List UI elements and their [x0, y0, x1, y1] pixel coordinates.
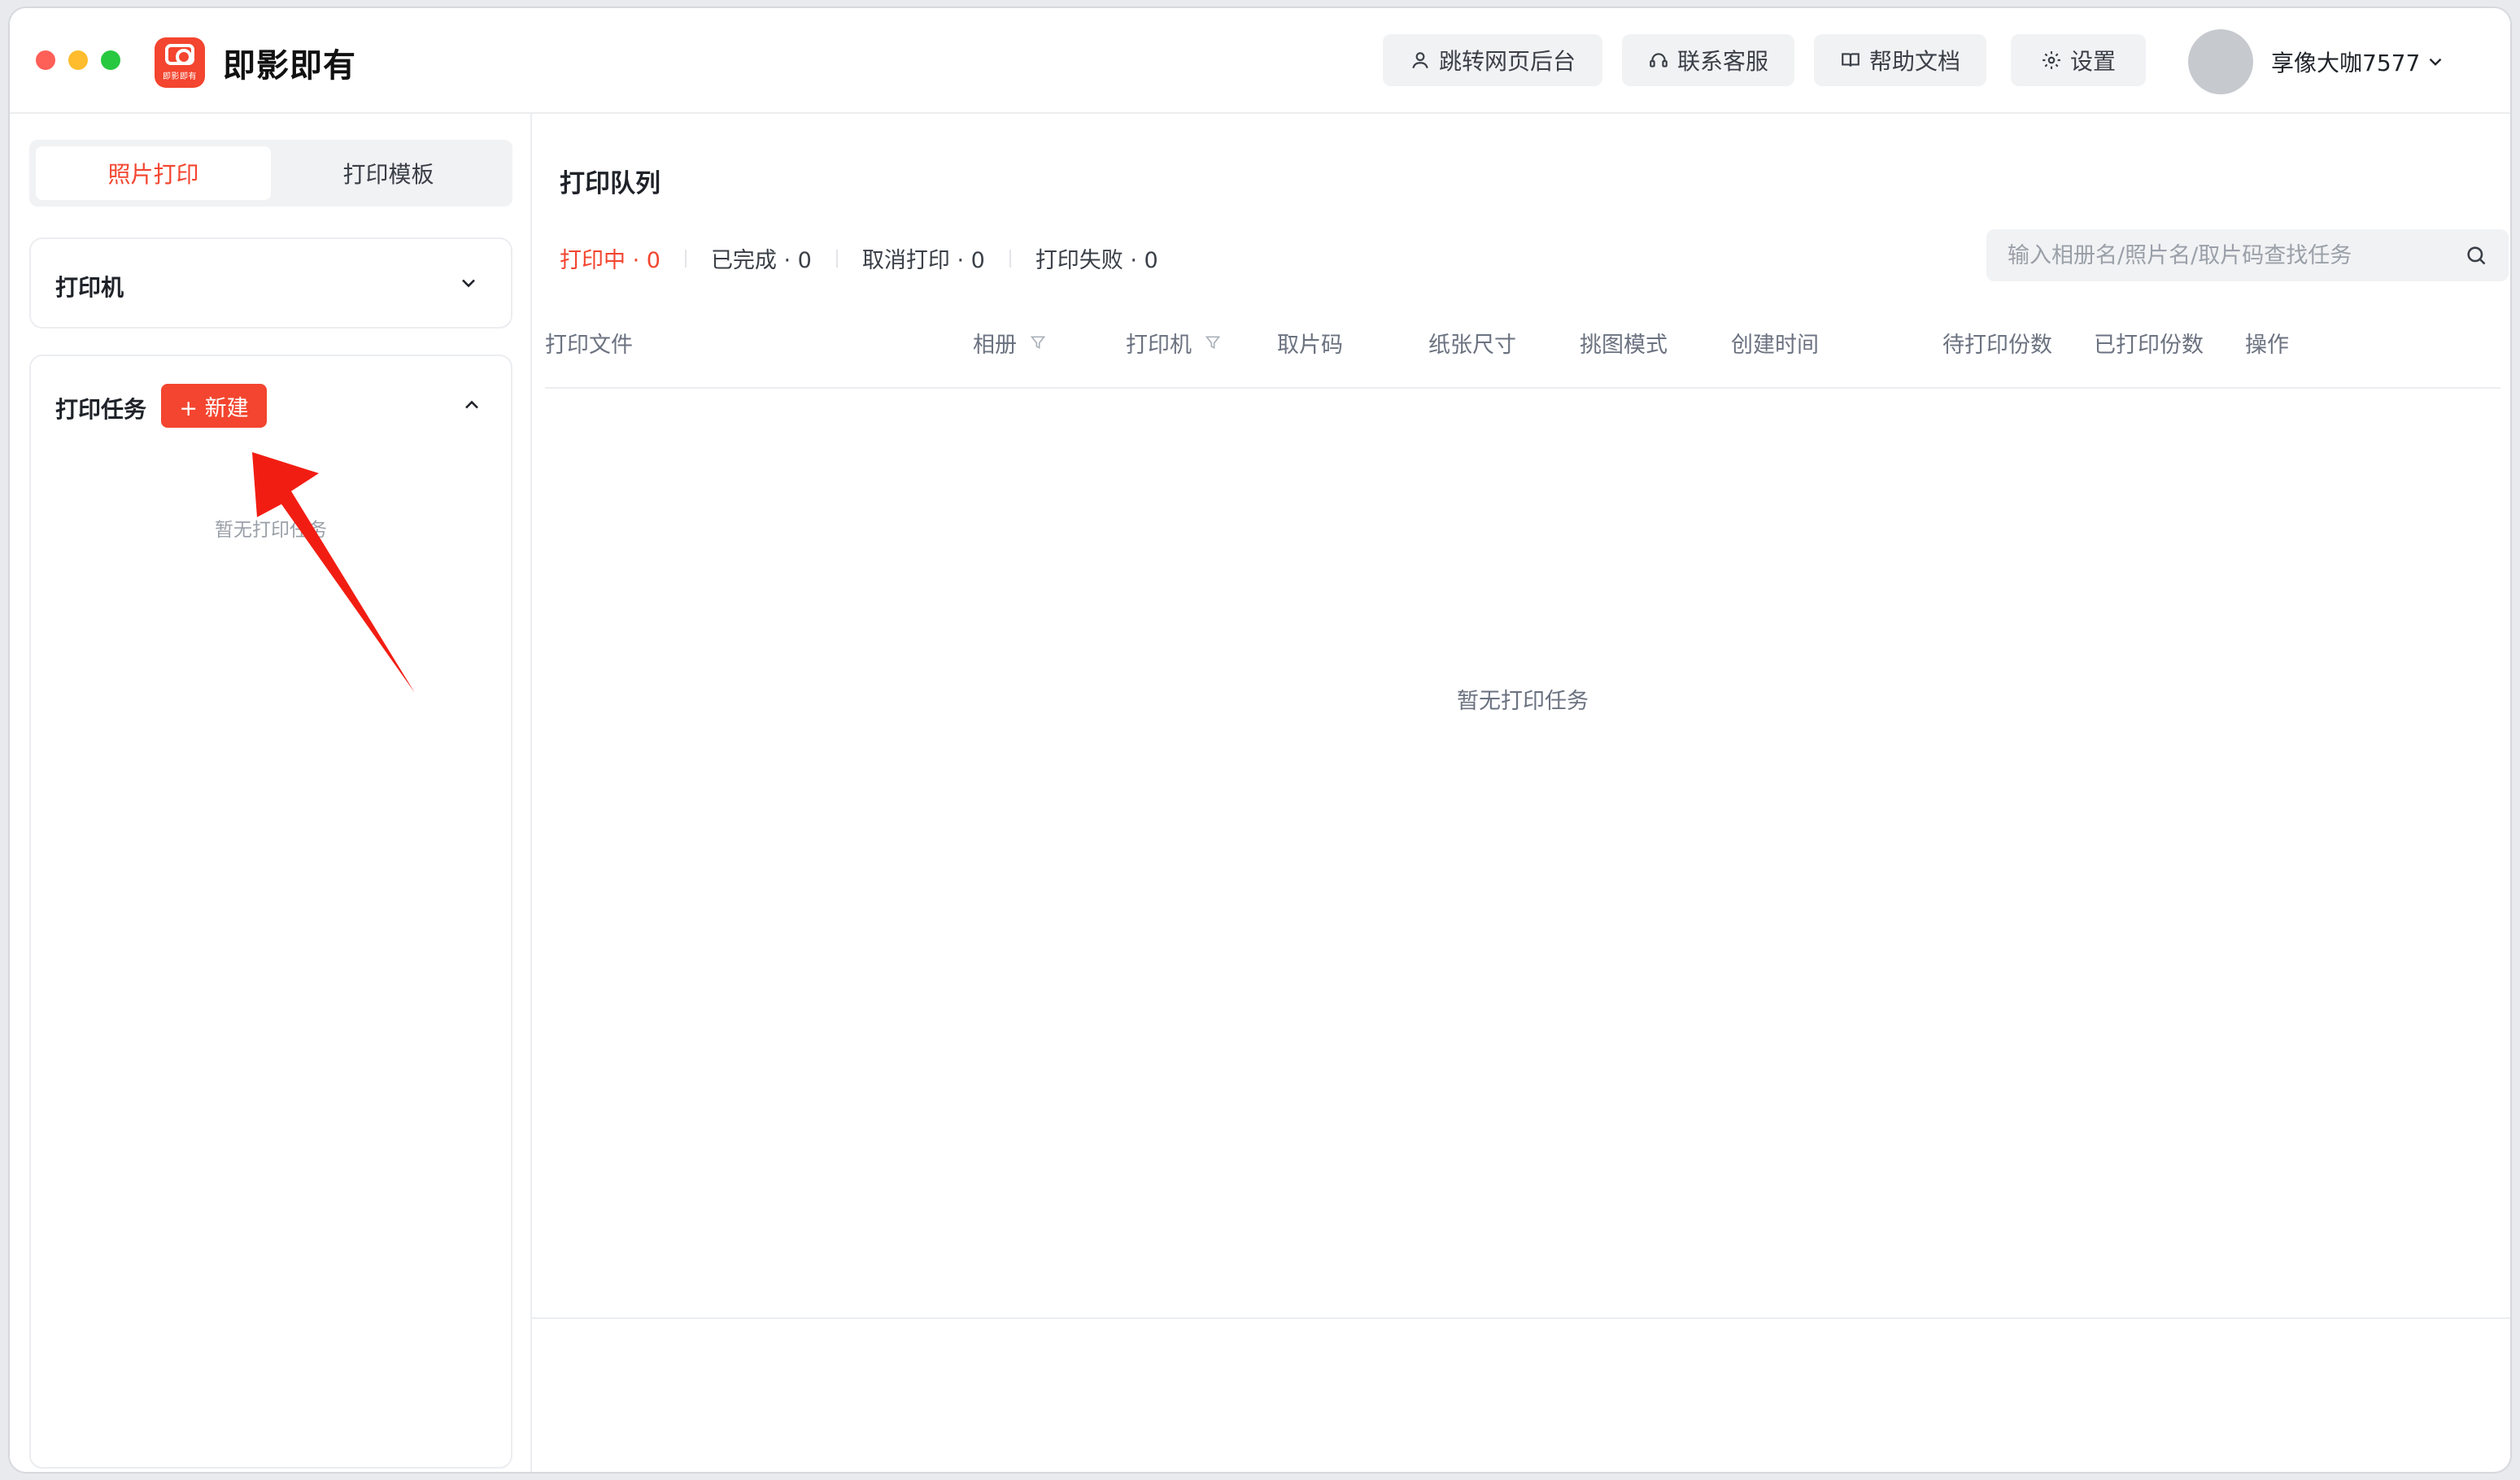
gear-icon [2043, 51, 2060, 69]
filter-icon[interactable] [1205, 334, 1221, 350]
filter-icon[interactable] [1030, 334, 1046, 350]
help-docs-button[interactable]: 帮助文档 [1814, 34, 1986, 86]
window-maximize-button[interactable] [101, 50, 120, 70]
column-printer[interactable]: 打印机 [1126, 298, 1221, 387]
logo-text: 即影即有 [163, 72, 197, 81]
user-name: 享像大咖7577 [2271, 50, 2421, 76]
tab-photo-print[interactable]: 照片打印 [36, 146, 271, 200]
tab-print-templates[interactable]: 打印模板 [271, 146, 506, 200]
user-menu[interactable]: 享像大咖7577 [2188, 29, 2446, 94]
top-bar: 即影即有 即影即有 跳转网页后台 联系客服 帮助文档 设置 享像大咖7577 [10, 8, 2510, 114]
column-actions: 操作 [2245, 332, 2289, 358]
printer-panel[interactable]: 打印机 [29, 237, 512, 329]
task-search [1986, 229, 2509, 281]
empty-queue-text: 暂无打印任务 [1457, 689, 1589, 714]
print-tasks-title: 打印任务 [55, 396, 147, 423]
app-name: 即影即有 [223, 47, 356, 85]
sidebar: 照片打印 打印模板 打印机 打印任务 + 新建 暂无打印任务 [10, 114, 532, 1472]
column-file: 打印文件 [545, 332, 633, 358]
chevron-down-icon[interactable] [457, 272, 480, 294]
camera-icon [165, 44, 194, 65]
window-close-button[interactable] [36, 50, 55, 70]
filter-done[interactable]: 已完成 · 0 [711, 242, 812, 274]
chevron-down-icon[interactable] [2425, 51, 2446, 72]
print-tasks-panel: 打印任务 + 新建 暂无打印任务 [29, 355, 512, 1469]
app-logo: 即影即有 [155, 37, 205, 88]
table-header: 打印文件 相册 打印机 取片码 纸张尺寸 挑图模式 创建时间 待打印份数 已打印… [545, 298, 2500, 389]
support-label: 联系客服 [1676, 48, 1768, 75]
chevron-up-icon[interactable] [460, 394, 483, 416]
search-icon[interactable] [2465, 244, 2487, 267]
column-album-label: 相册 [973, 332, 1017, 358]
settings-label: 设置 [2069, 48, 2116, 75]
new-task-button[interactable]: + 新建 [161, 384, 267, 428]
column-created-time: 创建时间 [1731, 332, 1819, 358]
user-icon [1412, 52, 1428, 69]
support-button[interactable]: 联系客服 [1622, 34, 1794, 86]
page-title: 打印队列 [560, 169, 661, 198]
filter-cancelled[interactable]: 取消打印 · 0 [862, 242, 985, 274]
print-queue: 打印队列 打印中 · 0 已完成 · 0 取消打印 · 0 打印失败 · 0 打… [532, 114, 2510, 1472]
book-icon [1842, 53, 1859, 67]
app-window: 即影即有 即影即有 跳转网页后台 联系客服 帮助文档 设置 享像大咖7577 照… [8, 7, 2512, 1473]
column-album[interactable]: 相册 [973, 298, 1046, 387]
divider [684, 249, 687, 268]
column-pickup-code: 取片码 [1277, 332, 1343, 358]
help-docs-label: 帮助文档 [1868, 48, 1960, 75]
avatar[interactable] [2188, 29, 2253, 94]
filter-printing[interactable]: 打印中 · 0 [560, 242, 661, 274]
settings-button[interactable]: 设置 [2011, 34, 2146, 86]
filter-failed[interactable]: 打印失败 · 0 [1035, 242, 1158, 274]
divider [532, 1317, 2510, 1319]
status-filters: 打印中 · 0 已完成 · 0 取消打印 · 0 打印失败 · 0 [560, 242, 1158, 274]
search-input[interactable] [2008, 242, 2447, 268]
brand: 即影即有 即影即有 [155, 37, 356, 88]
column-printed-copies: 已打印份数 [2094, 332, 2204, 358]
divider [1009, 249, 1011, 268]
column-selection-mode: 挑图模式 [1580, 332, 1668, 358]
column-paper-size: 纸张尺寸 [1428, 332, 1516, 358]
window-controls [36, 50, 120, 70]
web-backend-label: 跳转网页后台 [1438, 48, 1576, 75]
printer-panel-title: 打印机 [55, 274, 124, 301]
web-backend-button[interactable]: 跳转网页后台 [1383, 34, 1602, 86]
column-printer-label: 打印机 [1126, 332, 1192, 358]
empty-tasks-text: 暂无打印任务 [215, 520, 327, 541]
mode-tabs: 照片打印 打印模板 [29, 140, 512, 207]
divider [835, 249, 838, 268]
headset-icon [1650, 53, 1668, 67]
column-pending-copies: 待打印份数 [1942, 332, 2052, 358]
window-minimize-button[interactable] [68, 50, 88, 70]
